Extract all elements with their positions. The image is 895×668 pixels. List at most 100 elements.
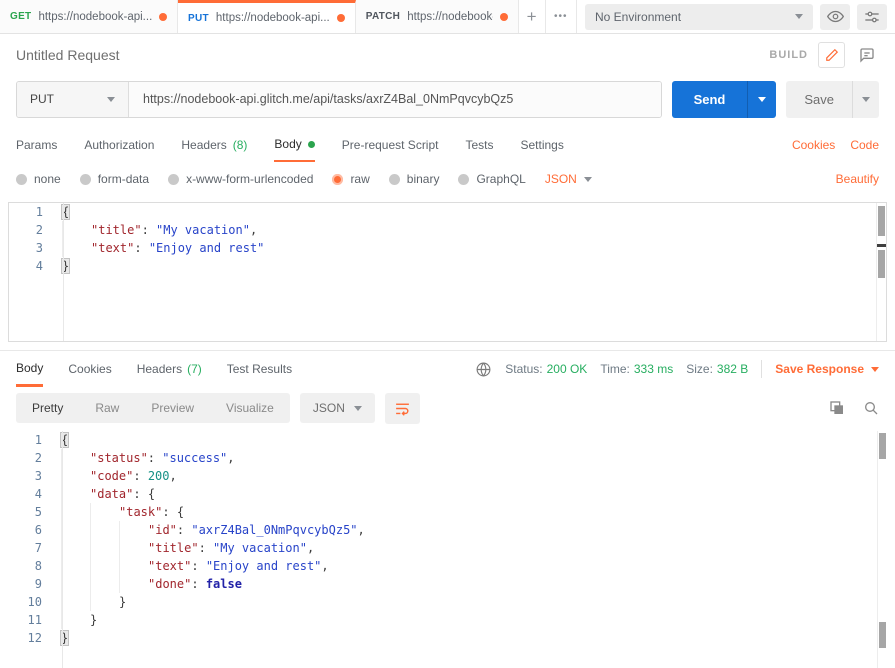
code-token: false	[205, 577, 242, 591]
method-selector[interactable]: PUT	[17, 81, 129, 117]
response-tab-body[interactable]: Body	[16, 351, 44, 387]
size-pair: Size: 382 B	[686, 362, 749, 376]
url-builder-row: PUT Send Save	[0, 76, 895, 122]
indent-guide	[90, 539, 119, 557]
body-type-raw[interactable]: raw	[332, 172, 370, 186]
code-token: "text"	[91, 241, 135, 255]
search-response-button[interactable]	[863, 400, 879, 416]
editor-scrollbar[interactable]	[876, 203, 886, 341]
code-link[interactable]: Code	[850, 138, 879, 152]
request-body-editor[interactable]: 1{2 "title": "My vacation", 3 "text": "Enjo…	[8, 202, 887, 342]
unsaved-dot-icon	[499, 12, 508, 21]
code-line: 6 "id": "axrZ4Bal_0NmPqvcybQz5",	[8, 521, 887, 539]
tab-pre-request-script[interactable]: Pre-request Script	[342, 128, 439, 162]
request-tab-put[interactable]: PUT https://nodebook-api...	[178, 0, 356, 33]
indent-guide	[119, 521, 148, 539]
code-token: :	[133, 487, 148, 501]
code-token: :	[134, 241, 149, 255]
radio-icon	[16, 173, 27, 185]
response-tab-test-results[interactable]: Test Results	[227, 351, 292, 387]
edit-request-button[interactable]	[818, 42, 845, 68]
url-input[interactable]	[129, 92, 661, 106]
send-options-button[interactable]	[747, 80, 776, 118]
view-pretty[interactable]: Pretty	[16, 393, 79, 423]
code-token: "axrZ4Bal_0NmPqvcybQz5"	[191, 523, 358, 537]
scrollbar-thumb[interactable]	[878, 250, 885, 278]
tab-options-button[interactable]: •••	[546, 0, 577, 33]
tab-body[interactable]: Body	[274, 128, 315, 162]
tab-settings[interactable]: Settings	[521, 128, 564, 162]
new-tab-button[interactable]: +	[519, 0, 546, 33]
radio-icon	[168, 173, 180, 185]
line-number: 4	[35, 259, 43, 273]
line-number: 6	[34, 523, 42, 537]
line-number: 1	[35, 205, 43, 219]
code-token: ,	[249, 223, 258, 237]
code-line: 11}	[8, 611, 887, 629]
body-type-form-data[interactable]: form-data	[79, 172, 149, 186]
scrollbar-thumb[interactable]	[879, 622, 886, 648]
line-number: 5	[34, 505, 42, 519]
line-number: 7	[34, 541, 42, 555]
view-preview[interactable]: Preview	[135, 393, 210, 423]
plus-icon: +	[526, 6, 537, 26]
code-token: :	[141, 223, 157, 237]
tab-headers[interactable]: Headers (8)	[181, 128, 247, 162]
tab-authorization[interactable]: Authorization	[84, 128, 154, 162]
body-type-graphql[interactable]: GraphQL	[458, 172, 526, 186]
request-tab-get[interactable]: GET https://nodebook-api...	[0, 0, 178, 33]
body-type-x-www-form-urlencoded[interactable]: x-www-form-urlencoded	[168, 172, 313, 186]
response-tab-headers[interactable]: Headers (7)	[137, 351, 202, 387]
body-type-none[interactable]: none	[16, 172, 61, 186]
response-tab-cookies[interactable]: Cookies	[68, 351, 111, 387]
indent-guide	[90, 503, 119, 521]
response-format-selector[interactable]: JSON	[299, 393, 375, 423]
request-title-row: Untitled Request BUILD	[0, 34, 895, 76]
code-token: :	[162, 505, 177, 519]
environment-selector[interactable]: No Environment	[585, 3, 813, 30]
line-number: 8	[34, 559, 42, 573]
environment-area: No Environment	[577, 0, 895, 33]
radio-icon	[79, 173, 91, 185]
cookies-link[interactable]: Cookies	[792, 138, 835, 152]
content-type-selector[interactable]: JSON	[545, 172, 592, 186]
line-number: 10	[27, 595, 42, 609]
environment-settings-button[interactable]	[857, 3, 887, 30]
code-line: 10}	[8, 593, 887, 611]
response-body-editor[interactable]: 1{2 "status": "success", 3 "code": 200, 4 "da…	[8, 431, 887, 668]
comments-button[interactable]	[855, 43, 879, 67]
scrollbar-thumb[interactable]	[878, 206, 885, 236]
response-view-toolbar: Pretty Raw Preview Visualize JSON	[0, 387, 895, 429]
send-button[interactable]: Send	[672, 81, 748, 118]
tab-url: https://nodebook-api...	[38, 10, 152, 23]
environment-quick-look-button[interactable]	[820, 3, 850, 30]
code-token: 200	[147, 469, 170, 483]
wrap-lines-button[interactable]	[384, 392, 420, 424]
indent-guide	[61, 521, 90, 539]
view-mode-segment: Pretty Raw Preview Visualize	[16, 393, 290, 423]
beautify-link[interactable]: Beautify	[836, 172, 879, 186]
method-label: PATCH	[365, 11, 401, 22]
sliders-icon	[865, 11, 879, 22]
body-type-binary[interactable]: binary	[388, 172, 439, 186]
request-tab-patch[interactable]: PATCH https://nodebook-...	[355, 0, 519, 33]
tab-tests[interactable]: Tests	[465, 128, 493, 162]
chevron-down-icon	[353, 405, 362, 411]
view-raw[interactable]: Raw	[79, 393, 135, 423]
copy-response-button[interactable]	[829, 400, 845, 416]
code-token: {	[147, 487, 156, 501]
save-button[interactable]: Save	[786, 81, 852, 118]
code-token: "success"	[162, 451, 228, 465]
tab-params[interactable]: Params	[16, 128, 57, 162]
save-options-button[interactable]	[852, 80, 879, 118]
save-response-button[interactable]: Save Response	[775, 362, 879, 376]
code-line: 4 "data": {	[8, 485, 887, 503]
editor-scrollbar[interactable]	[877, 431, 887, 668]
body-present-dot-icon	[307, 140, 315, 148]
view-visualize[interactable]: Visualize	[210, 393, 290, 423]
code-token: "title"	[148, 541, 199, 555]
response-tabs: Body Cookies Headers (7) Test Results St…	[0, 351, 895, 387]
scrollbar-thumb[interactable]	[879, 433, 886, 459]
code-token: ,	[306, 541, 315, 555]
unsaved-dot-icon	[336, 14, 345, 22]
